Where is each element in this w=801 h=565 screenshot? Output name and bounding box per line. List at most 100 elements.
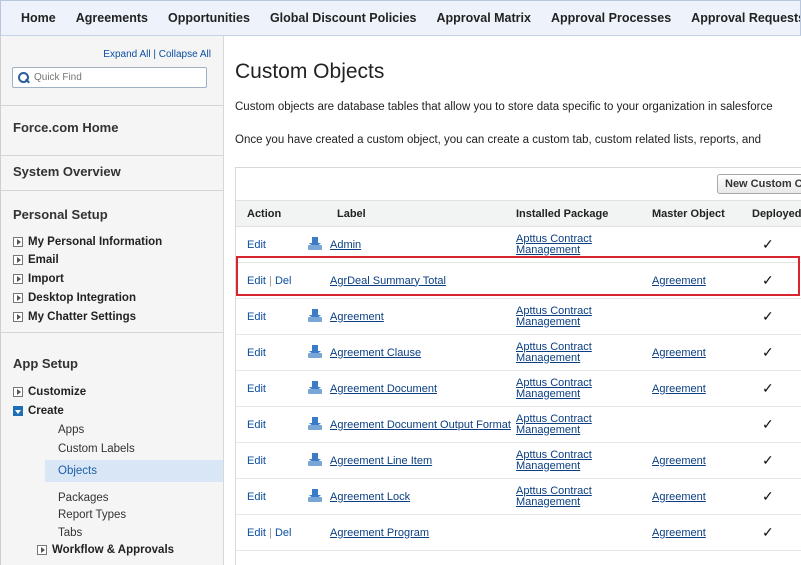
new-custom-object-button[interactable]: New Custom Object: [717, 174, 801, 194]
tab-approval-requests[interactable]: Approval Requests: [681, 11, 800, 25]
tree-item-create[interactable]: Create: [13, 405, 64, 417]
object-label-link[interactable]: Agreement Lock: [330, 491, 410, 503]
tree-item-import[interactable]: Import: [13, 273, 64, 285]
action-cell: Edit: [236, 370, 308, 407]
sub-item-tabs[interactable]: Tabs: [58, 527, 82, 539]
package-link-line1[interactable]: Apttus Contract: [516, 305, 648, 317]
expand-icon[interactable]: [13, 293, 23, 303]
object-label-link[interactable]: Agreement Clause: [330, 347, 421, 359]
package-link-line1[interactable]: Apttus Contract: [516, 449, 648, 461]
deployed-check-icon: ✓: [762, 308, 774, 324]
expand-icon[interactable]: [13, 237, 23, 247]
master-object-link[interactable]: Agreement: [652, 347, 706, 359]
column-header-deployed[interactable]: Deployed: [748, 200, 801, 227]
deployed-cell: ✓: [748, 334, 801, 371]
edit-link[interactable]: Edit: [247, 383, 266, 395]
tree-item-customize[interactable]: Customize: [13, 386, 86, 398]
master-object-link[interactable]: Agreement: [652, 275, 706, 287]
object-label-link[interactable]: Agreement Program: [330, 527, 429, 539]
master-object-link[interactable]: Agreement: [652, 383, 706, 395]
tab-global-discount-policies[interactable]: Global Discount Policies: [260, 11, 427, 25]
package-link-line2[interactable]: Management: [516, 460, 648, 472]
column-header-master-object[interactable]: Master Object: [648, 200, 748, 227]
sub-item-apps[interactable]: Apps: [58, 424, 84, 436]
tab-home[interactable]: Home: [1, 11, 66, 25]
edit-link[interactable]: Edit: [247, 239, 266, 251]
sub-item-packages[interactable]: Packages: [58, 492, 109, 504]
object-label-link[interactable]: AgrDeal Summary Total: [330, 275, 446, 287]
tree-item-desktop-integration[interactable]: Desktop Integration: [13, 292, 136, 304]
package-link-line2[interactable]: Management: [516, 496, 648, 508]
deployed-check-icon: ✓: [762, 452, 774, 468]
quick-find-box[interactable]: [12, 67, 207, 88]
column-header-label[interactable]: Label: [326, 200, 512, 227]
collapse-all-link[interactable]: Collapse All: [159, 49, 211, 60]
master-object-cell: [648, 226, 748, 263]
tree-item-my-chatter-settings[interactable]: My Chatter Settings: [13, 311, 136, 323]
object-label-link[interactable]: Agreement Line Item: [330, 455, 432, 467]
master-object-cell: Agreement: [648, 262, 748, 299]
package-link-line1[interactable]: Apttus Contract: [516, 341, 648, 353]
master-object-link[interactable]: Agreement: [652, 491, 706, 503]
tree-item-email[interactable]: Email: [13, 254, 59, 266]
expand-icon[interactable]: [13, 387, 23, 397]
expand-icon[interactable]: [13, 255, 23, 265]
delete-link[interactable]: Del: [275, 275, 292, 287]
edit-link[interactable]: Edit: [247, 419, 266, 431]
expand-icon[interactable]: [13, 274, 23, 284]
sub-item-report-types[interactable]: Report Types: [58, 509, 126, 521]
icon-cell: [308, 298, 326, 335]
edit-link[interactable]: Edit: [247, 455, 266, 467]
table-header-row: Action Label Installed Package Master Ob…: [236, 200, 801, 227]
tree-item-my-personal-information[interactable]: My Personal Information: [13, 236, 162, 248]
installed-package-icon: [308, 236, 322, 250]
package-link-line2[interactable]: Management: [516, 244, 648, 256]
tree-item-workflow-approvals[interactable]: Workflow & Approvals: [37, 544, 174, 556]
label-cell: Agreement Document Output Format: [326, 406, 512, 443]
edit-link[interactable]: Edit: [247, 275, 266, 287]
expand-icon[interactable]: [13, 312, 23, 322]
tab-opportunities[interactable]: Opportunities: [158, 11, 260, 25]
edit-link[interactable]: Edit: [247, 491, 266, 503]
deployed-cell: ✓: [748, 478, 801, 515]
package-link-line1[interactable]: Apttus Contract: [516, 233, 648, 245]
force-home-section: Force.com Home: [1, 105, 223, 155]
edit-link[interactable]: Edit: [247, 311, 266, 323]
table-row: Edit Agreement Apttus Contract Management ✓: [236, 298, 801, 335]
delete-link[interactable]: Del: [275, 527, 292, 539]
package-link-line1[interactable]: Apttus Contract: [516, 485, 648, 497]
master-object-link[interactable]: Agreement: [652, 527, 706, 539]
tab-agreements[interactable]: Agreements: [66, 11, 158, 25]
system-overview-link[interactable]: System Overview: [13, 164, 121, 179]
package-link-line2[interactable]: Management: [516, 424, 648, 436]
deployed-check-icon: ✓: [762, 380, 774, 396]
master-object-cell: Agreement: [648, 478, 748, 515]
page-description-2: Once you have created a custom object, y…: [235, 134, 762, 146]
tab-approval-matrix[interactable]: Approval Matrix: [427, 11, 541, 25]
package-link-line2[interactable]: Management: [516, 388, 648, 400]
package-link-line2[interactable]: Management: [516, 352, 648, 364]
force-home-link[interactable]: Force.com Home: [13, 120, 118, 135]
expand-all-link[interactable]: Expand All: [103, 49, 150, 60]
package-link-line1[interactable]: Apttus Contract: [516, 413, 648, 425]
object-label-link[interactable]: Agreement Document Output Format: [330, 419, 511, 431]
sub-item-custom-labels[interactable]: Custom Labels: [58, 443, 135, 455]
action-cell: Edit: [236, 442, 308, 479]
edit-link[interactable]: Edit: [247, 527, 266, 539]
column-header-installed-package[interactable]: Installed Package: [512, 200, 648, 227]
edit-link[interactable]: Edit: [247, 347, 266, 359]
master-object-link[interactable]: Agreement: [652, 455, 706, 467]
top-tab-bar: Home Agreements Opportunities Global Dis…: [0, 0, 801, 36]
sub-item-objects-selected[interactable]: Objects: [45, 460, 223, 482]
package-link-line1[interactable]: Apttus Contract: [516, 377, 648, 389]
master-object-cell: Agreement: [648, 334, 748, 371]
object-label-link[interactable]: Agreement: [330, 311, 384, 323]
expand-icon[interactable]: [37, 545, 47, 555]
tab-approval-processes[interactable]: Approval Processes: [541, 11, 681, 25]
collapse-icon[interactable]: [13, 406, 23, 416]
quick-find-input[interactable]: [34, 72, 194, 83]
object-label-link[interactable]: Admin: [330, 239, 361, 251]
link-separator: |: [153, 49, 156, 60]
package-link-line2[interactable]: Management: [516, 316, 648, 328]
object-label-link[interactable]: Agreement Document: [330, 383, 437, 395]
